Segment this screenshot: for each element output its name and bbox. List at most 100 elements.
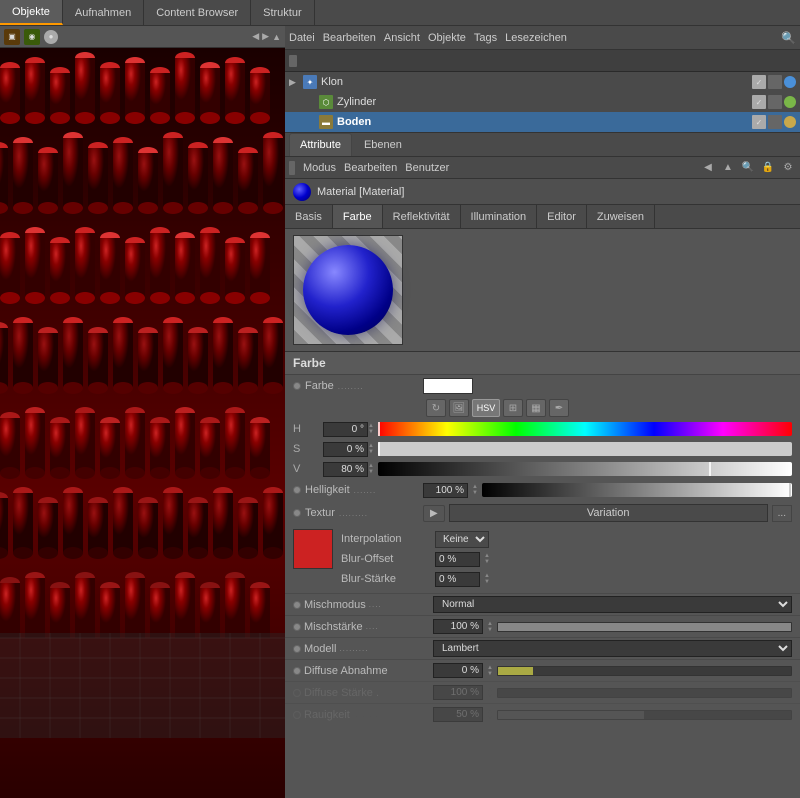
blur-offset-down[interactable]: ▼ — [484, 559, 490, 565]
search2-icon[interactable]: 🔍 — [740, 160, 756, 176]
textur-more-btn[interactable]: ... — [772, 505, 792, 522]
tree-row-zylinder[interactable]: ⬡ Zylinder ✓ — [285, 92, 800, 112]
color-tool-image[interactable]: 🖼 — [449, 399, 469, 417]
diffuse-staerke-slider — [497, 688, 792, 698]
tab-objekte[interactable]: Objekte — [0, 0, 63, 25]
interpolation-select[interactable]: Keine — [435, 531, 489, 548]
tree-toolbar — [285, 50, 800, 72]
diffuse-abnahme-down[interactable]: ▼ — [487, 671, 493, 677]
klon-check2[interactable] — [768, 75, 782, 89]
s-arrow-down[interactable]: ▼ — [368, 449, 374, 455]
viewport-icon-2[interactable]: ◉ — [24, 29, 40, 45]
lock-icon[interactable]: 🔒 — [760, 160, 776, 176]
preview-container[interactable] — [293, 235, 403, 345]
farbe-control — [423, 378, 792, 394]
blur-staerke-input[interactable] — [435, 572, 480, 587]
tab-attribute[interactable]: Attribute — [289, 133, 352, 156]
gear2-icon[interactable]: ⚙ — [780, 160, 796, 176]
submenu-modus[interactable]: Modus — [303, 162, 336, 174]
mat-tab-illumination[interactable]: Illumination — [461, 205, 538, 228]
diffuse-abnahme-input[interactable] — [433, 663, 483, 678]
diffuse-staerke-label: Diffuse Stärke . — [293, 687, 433, 699]
rauigkeit-slider — [497, 710, 792, 720]
diffuse-staerke-arrows: ▲ ▼ — [487, 687, 493, 699]
tab-content-browser[interactable]: Content Browser — [144, 0, 251, 25]
tab-ebenen[interactable]: Ebenen — [354, 133, 412, 156]
menu-ansicht[interactable]: Ansicht — [384, 32, 420, 44]
mischstaerke-input[interactable] — [433, 619, 483, 634]
submenu-bearbeiten[interactable]: Bearbeiten — [344, 162, 397, 174]
boden-check2[interactable] — [768, 115, 782, 129]
hell-slider[interactable] — [482, 483, 792, 497]
v-arrow-down[interactable]: ▼ — [368, 469, 374, 475]
textur-play-btn[interactable]: ▶ — [423, 505, 445, 522]
tab-aufnahmen[interactable]: Aufnahmen — [63, 0, 144, 25]
viewport-icon-1[interactable]: ▣ — [4, 29, 20, 45]
viewport-3d[interactable] — [0, 48, 285, 798]
h-slider[interactable] — [378, 422, 792, 436]
tree-toolbar-stripe — [289, 55, 297, 67]
h-arrow-down[interactable]: ▼ — [368, 429, 374, 435]
modell-select[interactable]: Lambert — [433, 640, 792, 657]
v-input[interactable] — [323, 462, 368, 477]
menu-lesezeichen[interactable]: Lesezeichen — [505, 32, 567, 44]
h-input[interactable] — [323, 422, 368, 437]
klon-check1[interactable]: ✓ — [752, 75, 766, 89]
helligkeit-input[interactable] — [423, 483, 468, 498]
rauigkeit-dot — [293, 711, 301, 719]
s-input[interactable] — [323, 442, 368, 457]
blur-staerke-row: Blur-Stärke ▲ ▼ — [341, 569, 792, 589]
mischmodus-select[interactable]: Normal — [433, 596, 792, 613]
v-slider[interactable] — [378, 462, 792, 476]
zylinder-check2[interactable] — [768, 95, 782, 109]
hsv-h-row: H ▲ ▼ — [285, 419, 800, 439]
menu-datei[interactable]: Datei — [289, 32, 315, 44]
mischstaerke-arrows: ▲ ▼ — [487, 621, 493, 633]
search-icon[interactable]: 🔍 — [781, 31, 796, 45]
viewport-arrow-right[interactable]: ▶ — [262, 31, 269, 42]
tree-row-klon[interactable]: ▶ ✦ Klon ✓ — [285, 72, 800, 92]
color-tool-hsv[interactable]: HSV — [472, 399, 500, 417]
farbe-color-swatch[interactable] — [423, 378, 473, 394]
tree-row-boden[interactable]: ▬ Boden ✓ — [285, 112, 800, 132]
back-icon[interactable]: ◀ — [700, 160, 716, 176]
mat-tab-editor[interactable]: Editor — [537, 205, 587, 228]
mat-tab-farbe[interactable]: Farbe — [333, 205, 383, 228]
material-title: Material [Material] — [317, 186, 404, 198]
hell-arrow-down[interactable]: ▼ — [472, 490, 478, 496]
boden-label: Boden — [337, 116, 371, 128]
color-tool-picker[interactable]: ✒ — [549, 399, 569, 417]
color-tool-rotate[interactable]: ↻ — [426, 399, 446, 417]
diffuse-staerke-dot — [293, 689, 301, 697]
mischstaerke-slider[interactable] — [497, 622, 792, 632]
submenu-benutzer[interactable]: Benutzer — [405, 162, 449, 174]
menu-tags[interactable]: Tags — [474, 32, 497, 44]
color-tool-palette[interactable]: ▦ — [526, 399, 546, 417]
right-panel-scroll[interactable]: Material [Material] Basis Farbe Reflekti… — [285, 179, 800, 798]
s-value: ▲ ▼ — [323, 442, 378, 457]
diffuse-abnahme-slider[interactable] — [497, 666, 792, 676]
viewport-arrow-left[interactable]: ◀ — [252, 31, 259, 42]
blur-staerke-down[interactable]: ▼ — [484, 579, 490, 585]
color-tool-grid[interactable]: ⊞ — [503, 399, 523, 417]
zylinder-color — [784, 96, 796, 108]
mat-tab-reflektivitat[interactable]: Reflektivität — [383, 205, 461, 228]
boden-row-icons: ✓ — [752, 115, 796, 129]
attr-tabs: Attribute Ebenen — [285, 133, 800, 157]
diffuse-abnahme-arrows: ▲ ▼ — [487, 665, 493, 677]
sort-icon[interactable]: ▲ — [720, 160, 736, 176]
menu-objekte[interactable]: Objekte — [428, 32, 466, 44]
mat-tab-basis[interactable]: Basis — [285, 205, 333, 228]
boden-check1[interactable]: ✓ — [752, 115, 766, 129]
viewport-icon-3[interactable]: ● — [44, 30, 58, 44]
rauigkeit-down: ▼ — [487, 715, 493, 721]
mat-tab-zuweisen[interactable]: Zuweisen — [587, 205, 655, 228]
viewport-maximize[interactable]: ▲ — [272, 32, 281, 42]
mischstaerke-down[interactable]: ▼ — [487, 627, 493, 633]
blur-offset-input[interactable] — [435, 552, 480, 567]
tab-struktur[interactable]: Struktur — [251, 0, 315, 25]
zylinder-check1[interactable]: ✓ — [752, 95, 766, 109]
s-slider[interactable] — [378, 442, 792, 456]
textur-color-preview[interactable] — [293, 529, 333, 569]
menu-bearbeiten[interactable]: Bearbeiten — [323, 32, 376, 44]
